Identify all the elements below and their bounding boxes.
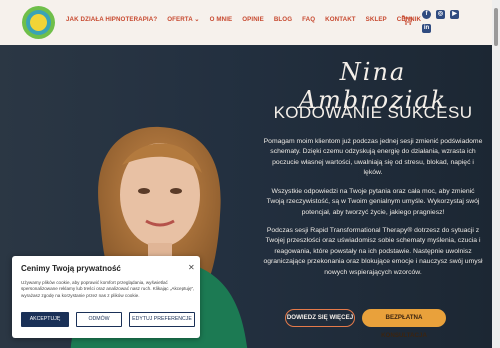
nav-item-offer[interactable]: OFERTA ⌄ bbox=[167, 16, 199, 23]
reject-cookies-button[interactable]: ODMÓW bbox=[76, 312, 122, 327]
hero-paragraph-3: Podczas sesji Rapid Transformational The… bbox=[263, 227, 483, 276]
nav-item-shop[interactable]: SKLEP bbox=[366, 16, 387, 23]
accept-cookies-button[interactable]: AKCEPTUJĘ bbox=[21, 312, 69, 327]
logo-core bbox=[30, 14, 47, 31]
hero-paragraph-2: Wszystkie odpowiedzi na Twoje pytania or… bbox=[266, 188, 480, 216]
free-consultation-button[interactable]: BEZPŁATNA KONSULTACJA bbox=[362, 309, 446, 339]
nav-item-faq[interactable]: FAQ bbox=[302, 16, 315, 23]
instagram-icon[interactable]: ◎ bbox=[436, 10, 445, 19]
nav-item-reviews[interactable]: OPINIE bbox=[242, 16, 264, 23]
logo[interactable] bbox=[22, 6, 55, 39]
nav-item-about[interactable]: O MNIE bbox=[210, 16, 233, 23]
edit-preferences-button[interactable]: EDYTUJ PREFERENCJE bbox=[129, 312, 195, 327]
learn-more-button[interactable]: DOWIEDZ SIĘ WIĘCEJ bbox=[285, 309, 355, 327]
site-header: JAK DZIAŁA HIPNOTERAPIA? OFERTA ⌄ O MNIE… bbox=[0, 0, 492, 45]
scrollbar-track[interactable] bbox=[492, 0, 500, 348]
nav-item-hypnotherapy[interactable]: JAK DZIAŁA HIPNOTERAPIA? bbox=[66, 16, 157, 23]
cart-icon[interactable] bbox=[401, 14, 413, 26]
facebook-icon[interactable]: f bbox=[422, 10, 431, 19]
cookie-title: Cenimy Twoją prywatność bbox=[21, 264, 121, 273]
linkedin-icon[interactable]: in bbox=[422, 24, 431, 33]
nav-item-contact[interactable]: KONTAKT bbox=[325, 16, 356, 23]
hero-paragraph-1: Pomagam moim klientom już podczas jednej… bbox=[263, 138, 483, 177]
cookie-banner: Cenimy Twoją prywatność ✕ Używamy plików… bbox=[12, 256, 200, 338]
cookie-text: Używamy plików cookie, aby poprawić komf… bbox=[21, 280, 195, 298]
hero-title: KODOWANIE SUKCESU bbox=[273, 103, 473, 122]
youtube-icon[interactable]: ▶ bbox=[450, 10, 459, 19]
nav-item-blog[interactable]: BLOG bbox=[274, 16, 292, 23]
close-icon[interactable]: ✕ bbox=[188, 263, 195, 272]
main-nav: JAK DZIAŁA HIPNOTERAPIA? OFERTA ⌄ O MNIE… bbox=[66, 16, 421, 23]
scrollbar-thumb[interactable] bbox=[494, 8, 498, 46]
